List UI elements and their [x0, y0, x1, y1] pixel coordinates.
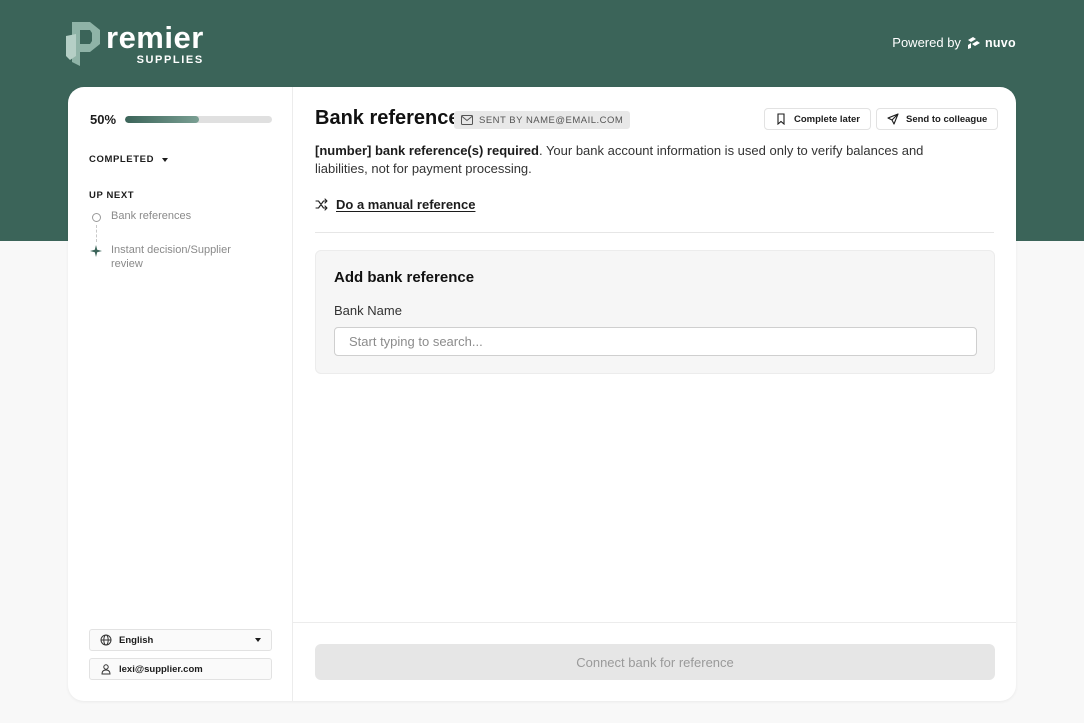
- sent-by-badge: SENT BY NAME@EMAIL.COM: [454, 111, 631, 129]
- user-account[interactable]: lexi@supplier.com: [89, 658, 272, 680]
- user-icon: [101, 664, 111, 675]
- manual-reference-link[interactable]: Do a manual reference: [315, 197, 475, 212]
- bank-name-label: Bank Name: [334, 303, 402, 318]
- powered-by: Powered by nuvo: [892, 35, 1016, 50]
- brand-logo: remier SUPPLIES: [66, 22, 204, 66]
- nuvo-logo-icon: [967, 36, 980, 49]
- globe-icon: [100, 634, 112, 646]
- caret-down-icon: [255, 638, 261, 642]
- divider: [315, 232, 994, 233]
- up-next-heading: UP NEXT: [89, 190, 135, 201]
- bank-search-input[interactable]: [334, 327, 977, 356]
- logo-subtitle: SUPPLIES: [136, 54, 204, 66]
- progress-bar-fill: [125, 116, 199, 123]
- bookmark-icon: [777, 113, 785, 125]
- complete-later-label: Complete later: [794, 113, 860, 125]
- language-value: English: [119, 634, 154, 646]
- send-to-colleague-button[interactable]: Send to colleague: [876, 108, 999, 130]
- sent-by-text: SENT BY NAME@EMAIL.COM: [479, 114, 624, 126]
- main-content: Bank reference SENT BY NAME@EMAIL.COM Co…: [293, 87, 1016, 701]
- user-email: lexi@supplier.com: [119, 663, 203, 675]
- sidebar: 50% COMPLETED UP NEXT Bank references In…: [68, 87, 293, 701]
- connect-bank-button[interactable]: Connect bank for reference: [315, 644, 995, 680]
- envelope-icon: [461, 115, 473, 125]
- partner-name: nuvo: [984, 35, 1016, 50]
- manual-reference-label: Do a manual reference: [336, 197, 476, 212]
- step-connector: [96, 225, 97, 242]
- footer-divider: [293, 622, 1016, 623]
- description-bold: [number] bank reference(s) required: [315, 143, 539, 158]
- completed-label: COMPLETED: [89, 154, 155, 165]
- shuffle-icon: [315, 198, 328, 211]
- completed-toggle[interactable]: COMPLETED: [89, 154, 169, 165]
- step-instant-decision[interactable]: Instant decision/Supplier review: [90, 244, 251, 271]
- sparkle-icon: [90, 245, 102, 257]
- description: [number] bank reference(s) required. You…: [315, 142, 975, 178]
- page-title: Bank reference: [315, 107, 460, 129]
- circle-outline-icon: [90, 211, 102, 223]
- progress-bar: [125, 116, 272, 123]
- powered-by-label: Powered by: [892, 35, 961, 50]
- progress-percent: 50%: [90, 112, 117, 127]
- panel-title: Add bank reference: [334, 269, 475, 286]
- caret-down-icon: [162, 157, 169, 162]
- language-select[interactable]: English: [89, 629, 272, 651]
- complete-later-button[interactable]: Complete later: [764, 108, 871, 130]
- progress: 50%: [90, 112, 272, 127]
- logo-p-icon: [66, 22, 100, 66]
- send-icon: [887, 113, 899, 125]
- step-label: Bank references: [111, 210, 192, 222]
- logo-word: remier: [106, 20, 204, 55]
- add-bank-reference-panel: Add bank reference Bank Name: [315, 250, 995, 374]
- main-card: 50% COMPLETED UP NEXT Bank references In…: [68, 87, 1016, 701]
- step-label: Instant decision/Supplier review: [111, 244, 231, 270]
- send-to-colleague-label: Send to colleague: [906, 113, 988, 125]
- step-bank-references[interactable]: Bank references: [90, 210, 251, 224]
